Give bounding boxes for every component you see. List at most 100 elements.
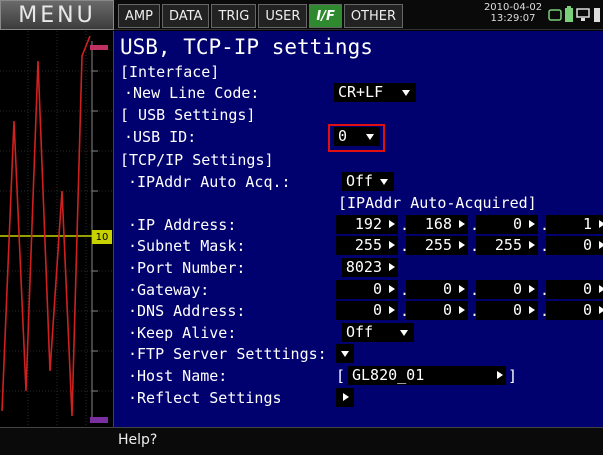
chevron-right-icon bbox=[529, 241, 535, 249]
dns-octet-1[interactable]: 0 bbox=[336, 301, 398, 320]
host-name-value: GL820_01 bbox=[352, 366, 425, 384]
help-text[interactable]: Help? bbox=[118, 432, 157, 448]
new-line-code-label: ·New Line Code: bbox=[124, 84, 260, 102]
ip-address-octet-4[interactable]: 1 bbox=[546, 215, 603, 234]
gateway-label: ·Gateway: bbox=[128, 281, 210, 299]
chevron-right-icon bbox=[529, 220, 535, 228]
chevron-right-icon bbox=[389, 285, 395, 293]
chevron-right-icon bbox=[389, 306, 395, 314]
chevron-right-icon bbox=[599, 285, 603, 293]
subnet-mask-octet-1[interactable]: 255 bbox=[336, 236, 398, 255]
waveform-plot bbox=[0, 31, 114, 427]
dns-octet-2[interactable]: 0 bbox=[406, 301, 468, 320]
keep-alive-label: ·Keep Alive: bbox=[128, 324, 237, 342]
host-name-label: ·Host Name: bbox=[128, 367, 228, 385]
tab-other[interactable]: OTHER bbox=[343, 4, 404, 28]
octet-value: 0 bbox=[512, 215, 522, 233]
port-number-value: 8023 bbox=[345, 258, 382, 276]
tab-amp[interactable]: AMP bbox=[118, 4, 160, 28]
chevron-right-icon bbox=[459, 220, 465, 228]
ip-address-octet-1[interactable]: 192 bbox=[336, 215, 398, 234]
reflect-label: ·Reflect Settings bbox=[128, 389, 282, 407]
chevron-down-icon bbox=[380, 179, 388, 185]
host-name-bracket-close: ] bbox=[508, 367, 518, 385]
subnet-mask-label: ·Subnet Mask: bbox=[128, 237, 246, 255]
chevron-right-icon bbox=[529, 285, 535, 293]
dns-octet-3[interactable]: 0 bbox=[476, 301, 538, 320]
tab-data[interactable]: DATA bbox=[161, 4, 210, 28]
keep-alive-value: Off bbox=[346, 323, 374, 341]
channel-level-marker[interactable]: 10 bbox=[92, 230, 112, 244]
octet-value: 0 bbox=[442, 301, 452, 319]
octet-value: 255 bbox=[494, 236, 522, 254]
chevron-right-icon bbox=[599, 241, 603, 249]
octet-value: 168 bbox=[424, 215, 452, 233]
menu-button[interactable]: MENU bbox=[0, 0, 114, 30]
gateway-octet-1[interactable]: 0 bbox=[336, 280, 398, 299]
waveform-trace bbox=[1, 35, 91, 417]
subnet-mask-octet-4[interactable]: 0 bbox=[546, 236, 603, 255]
octet-value: 0 bbox=[372, 301, 382, 319]
usb-id-highlight bbox=[328, 124, 385, 152]
chevron-down-icon bbox=[400, 330, 408, 336]
tab-user[interactable]: USER bbox=[258, 4, 308, 28]
chevron-right-icon bbox=[459, 241, 465, 249]
top-bar: MENU AMP DATA TRIG USER I/F OTHER 2010-0… bbox=[0, 0, 603, 30]
chevron-right-icon bbox=[389, 220, 395, 228]
usb-id-label: ·USB ID: bbox=[124, 128, 197, 146]
page-title: USB, TCP-IP settings bbox=[120, 35, 373, 59]
octet-value: 0 bbox=[582, 301, 592, 319]
new-line-code-dropdown[interactable]: CR+LF bbox=[334, 83, 416, 102]
octet-value: 1 bbox=[582, 215, 592, 233]
waveform-panel: 10 bbox=[0, 31, 114, 427]
auto-acquired-note: [IPAddr Auto-Acquired] bbox=[338, 194, 537, 212]
dns-label: ·DNS Address: bbox=[128, 302, 246, 320]
chevron-right-icon bbox=[529, 306, 535, 314]
auto-acq-dropdown[interactable]: Off bbox=[342, 172, 394, 191]
octet-value: 192 bbox=[354, 215, 382, 233]
interface-header: [Interface] bbox=[120, 63, 220, 81]
keep-alive-dropdown[interactable]: Off bbox=[342, 323, 414, 342]
ip-address-octet-3[interactable]: 0 bbox=[476, 215, 538, 234]
ftp-settings-button[interactable] bbox=[336, 344, 354, 363]
help-bar: Help? bbox=[0, 427, 603, 455]
host-name-bracket-open: [ bbox=[336, 367, 346, 385]
network-icon bbox=[576, 7, 590, 26]
chevron-right-icon bbox=[599, 306, 603, 314]
octet-value: 0 bbox=[582, 236, 592, 254]
chevron-right-icon bbox=[497, 371, 503, 379]
gateway-octet-4[interactable]: 0 bbox=[546, 280, 603, 299]
time-text: 13:29:07 bbox=[490, 13, 536, 24]
subnet-mask-octet-2[interactable]: 255 bbox=[406, 236, 468, 255]
octet-value: 0 bbox=[512, 301, 522, 319]
tcpip-header: [TCP/IP Settings] bbox=[120, 151, 274, 169]
tab-bar: AMP DATA TRIG USER I/F OTHER bbox=[118, 4, 404, 28]
tab-interface[interactable]: I/F bbox=[309, 4, 342, 28]
chevron-down-icon bbox=[341, 351, 349, 357]
octet-value: 0 bbox=[582, 280, 592, 298]
port-number-label: ·Port Number: bbox=[128, 259, 246, 277]
battery-icon bbox=[565, 6, 573, 26]
ip-address-octet-2[interactable]: 168 bbox=[406, 215, 468, 234]
chevron-right-icon bbox=[599, 220, 603, 228]
usb-icon bbox=[593, 7, 601, 26]
chevron-right-icon bbox=[343, 393, 349, 401]
gateway-octet-2[interactable]: 0 bbox=[406, 280, 468, 299]
octet-value: 255 bbox=[424, 236, 452, 254]
octet-value: 255 bbox=[354, 236, 382, 254]
octet-value: 0 bbox=[512, 280, 522, 298]
memory-card-icon bbox=[548, 7, 562, 26]
new-line-code-value: CR+LF bbox=[338, 83, 384, 101]
dns-octet-4[interactable]: 0 bbox=[546, 301, 603, 320]
chevron-right-icon bbox=[389, 241, 395, 249]
gateway-octet-3[interactable]: 0 bbox=[476, 280, 538, 299]
tab-trig[interactable]: TRIG bbox=[211, 4, 257, 28]
date-text: 2010-04-02 bbox=[483, 2, 543, 13]
status-icons bbox=[548, 6, 601, 26]
port-number-field[interactable]: 8023 bbox=[342, 258, 398, 277]
chevron-right-icon bbox=[459, 285, 465, 293]
host-name-field[interactable]: GL820_01 bbox=[348, 366, 506, 385]
subnet-mask-octet-3[interactable]: 255 bbox=[476, 236, 538, 255]
ftp-label: ·FTP Server Setttings: bbox=[128, 345, 327, 363]
reflect-settings-button[interactable] bbox=[336, 388, 354, 407]
